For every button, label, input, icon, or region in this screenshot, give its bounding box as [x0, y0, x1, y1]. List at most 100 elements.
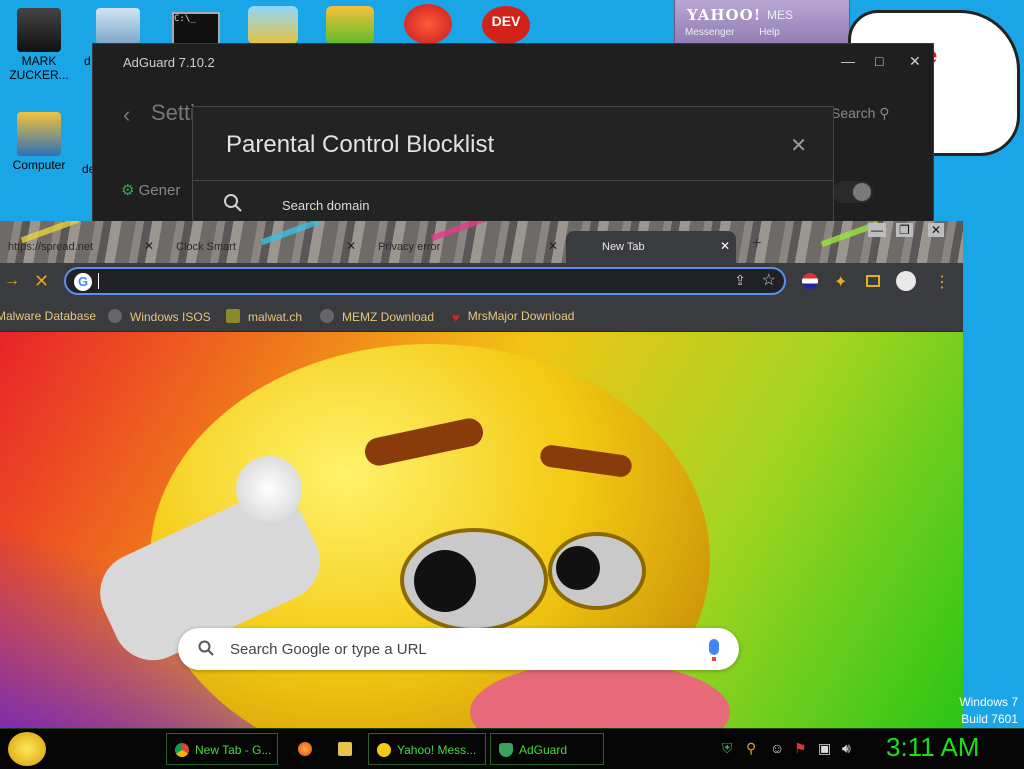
- tab-clock-smart[interactable]: Clock Smart ✕: [168, 231, 362, 263]
- tab-new-tab[interactable]: New Tab ✕: [566, 231, 736, 263]
- lightbulb: [236, 456, 302, 522]
- stop-loading-icon[interactable]: ✕: [34, 271, 49, 292]
- smiley-tray-icon[interactable]: ☺: [770, 740, 784, 756]
- globe-icon: [108, 309, 122, 323]
- side-panel-icon[interactable]: [866, 275, 880, 287]
- taskbar-adguard[interactable]: AdGuard: [490, 733, 604, 765]
- pupil: [414, 550, 476, 612]
- divider: [193, 180, 833, 181]
- flag-tray-icon[interactable]: ⚑: [794, 740, 807, 757]
- toggle-knob: [853, 183, 871, 201]
- back-arrow-icon[interactable]: ‹: [123, 102, 130, 128]
- yahoo-title: YAHOO!: [687, 6, 762, 24]
- eye-right: [548, 532, 646, 610]
- adguard-window[interactable]: AdGuard 7.10.2 — □ ✕ ‹ Setti Search ⚲ ⚙ …: [92, 43, 934, 236]
- taskbar-yahoo[interactable]: Yahoo! Mess...: [368, 733, 486, 765]
- tab-close-icon[interactable]: ✕: [548, 239, 558, 253]
- bookmark-windows-isos[interactable]: Windows ISOS: [108, 309, 211, 324]
- taskbar: New Tab - G... Yahoo! Mess... AdGuard ⛨ …: [0, 728, 1024, 769]
- new-tab-page: Search Google or type a URL: [0, 332, 963, 729]
- among-us-shortcut-icon[interactable]: [248, 6, 298, 44]
- bookmark-label: MrsMajor Download: [467, 309, 575, 323]
- taskbar-explorer[interactable]: [330, 733, 362, 765]
- extensions-puzzle-icon[interactable]: ✦: [834, 272, 847, 292]
- tab-close-icon[interactable]: ✕: [720, 239, 730, 253]
- gear-icon: ⚙: [121, 182, 135, 199]
- eye-left: [400, 528, 548, 632]
- close-button[interactable]: ✕: [928, 223, 945, 237]
- globe-icon: [320, 309, 334, 323]
- bookmark-label: malwat.ch: [248, 310, 303, 324]
- dialog-close-icon[interactable]: ✕: [790, 133, 807, 158]
- yahoo-menu-help[interactable]: Help: [759, 27, 780, 38]
- tab-label: https://spread.net: [8, 241, 93, 253]
- adguard-tray-icon[interactable]: ⛨: [722, 740, 733, 757]
- bookmark-malware-database[interactable]: Malware Database: [0, 309, 96, 323]
- notepad-shortcut-icon[interactable]: [96, 8, 140, 44]
- tab-close-icon[interactable]: ✕: [144, 239, 154, 253]
- taskbar-label: New Tab - G...: [195, 743, 272, 757]
- malwatch-icon: [226, 309, 240, 323]
- tab-privacy-error[interactable]: Privacy error ✕: [370, 231, 564, 263]
- bookmark-mrsmajor-download[interactable]: ♥ MrsMajor Download: [452, 309, 575, 325]
- start-button[interactable]: [8, 732, 46, 766]
- pupil: [556, 546, 600, 590]
- bookmark-malwatch[interactable]: malwat.ch: [226, 309, 302, 324]
- adguard-window-title: AdGuard 7.10.2: [123, 55, 215, 70]
- bad-piggies-shortcut-icon[interactable]: [326, 6, 374, 44]
- settings-toggle[interactable]: [833, 181, 873, 203]
- address-input[interactable]: [102, 271, 706, 293]
- heart-icon: ♥: [452, 310, 460, 325]
- minimize-button[interactable]: —: [841, 53, 855, 69]
- tab-close-icon[interactable]: ✕: [346, 239, 356, 253]
- adguard-search-button[interactable]: Search ⚲: [831, 105, 890, 122]
- bookmark-label: Malware Database: [0, 309, 97, 323]
- forward-arrow-icon[interactable]: →: [4, 272, 20, 290]
- tab-label: Privacy error: [378, 241, 441, 253]
- search-icon: ⚲: [879, 105, 890, 121]
- general-settings-item[interactable]: ⚙ Gener: [121, 181, 180, 199]
- google-icon: G: [74, 273, 92, 291]
- share-icon[interactable]: ⇪: [734, 272, 746, 289]
- bookmarks-bar: Malware Database Windows ISOS malwat.ch …: [0, 301, 963, 332]
- search-domain-input[interactable]: Search domain: [282, 198, 369, 213]
- volume-tray-icon[interactable]: 🔊︎: [842, 740, 851, 757]
- bookmark-label: MEMZ Download: [342, 310, 435, 324]
- minimize-button[interactable]: —: [868, 223, 886, 237]
- ntp-search-placeholder: Search Google or type a URL: [230, 641, 427, 658]
- tab-strip: https://spread.net ✕ Clock Smart ✕ Priva…: [0, 221, 963, 263]
- tab-spread[interactable]: https://spread.net ✕: [0, 231, 160, 263]
- yahoo-title-suffix: MES: [767, 8, 794, 22]
- profile-flag-icon[interactable]: [802, 273, 818, 289]
- maximize-button[interactable]: ❐: [896, 223, 913, 237]
- avatar[interactable]: [896, 271, 916, 291]
- taskbar-clock[interactable]: 3:11 AM: [886, 732, 979, 763]
- firefox-icon: [298, 742, 312, 756]
- search-icon: [223, 193, 243, 216]
- search-icon: [198, 640, 214, 661]
- yahoo-messenger-window[interactable]: YAHOO! MES Messenger Help: [674, 0, 850, 47]
- desktop-icon-mark-zuckerberg[interactable]: MARK ZUCKER...: [4, 8, 74, 82]
- search-tray-icon[interactable]: ⚲: [746, 740, 756, 757]
- chrome-window[interactable]: https://spread.net ✕ Clock Smart ✕ Priva…: [0, 221, 963, 729]
- os-version-line1: Windows 7: [959, 695, 1018, 709]
- maximize-button[interactable]: □: [875, 53, 883, 69]
- yahoo-menu-messenger[interactable]: Messenger: [685, 27, 734, 38]
- more-menu-icon[interactable]: ⋮: [934, 272, 950, 292]
- bookmark-label: Windows ISOS: [130, 310, 211, 324]
- microphone-icon[interactable]: [709, 639, 719, 661]
- devcpp-shortcut-icon[interactable]: DEV: [482, 6, 530, 44]
- chrome-icon: [175, 743, 189, 757]
- parental-control-dialog[interactable]: Parental Control Blocklist ✕ Search doma…: [192, 106, 834, 236]
- taskbar-chrome[interactable]: New Tab - G...: [166, 733, 278, 765]
- ntp-search-box[interactable]: Search Google or type a URL: [178, 628, 739, 670]
- new-tab-button[interactable]: +: [752, 235, 761, 253]
- taskbar-firefox[interactable]: [288, 733, 322, 765]
- bookmark-memz-download[interactable]: MEMZ Download: [320, 309, 434, 324]
- pcsx-shortcut-icon[interactable]: [404, 4, 452, 44]
- address-bar[interactable]: G ⇪ ☆: [64, 267, 786, 295]
- bookmark-star-icon[interactable]: ☆: [762, 270, 776, 290]
- network-tray-icon[interactable]: ▣: [818, 740, 831, 757]
- close-button[interactable]: ✕: [909, 53, 921, 70]
- browser-toolbar: → ✕ G ⇪ ☆ ✦ ⋮: [0, 263, 963, 301]
